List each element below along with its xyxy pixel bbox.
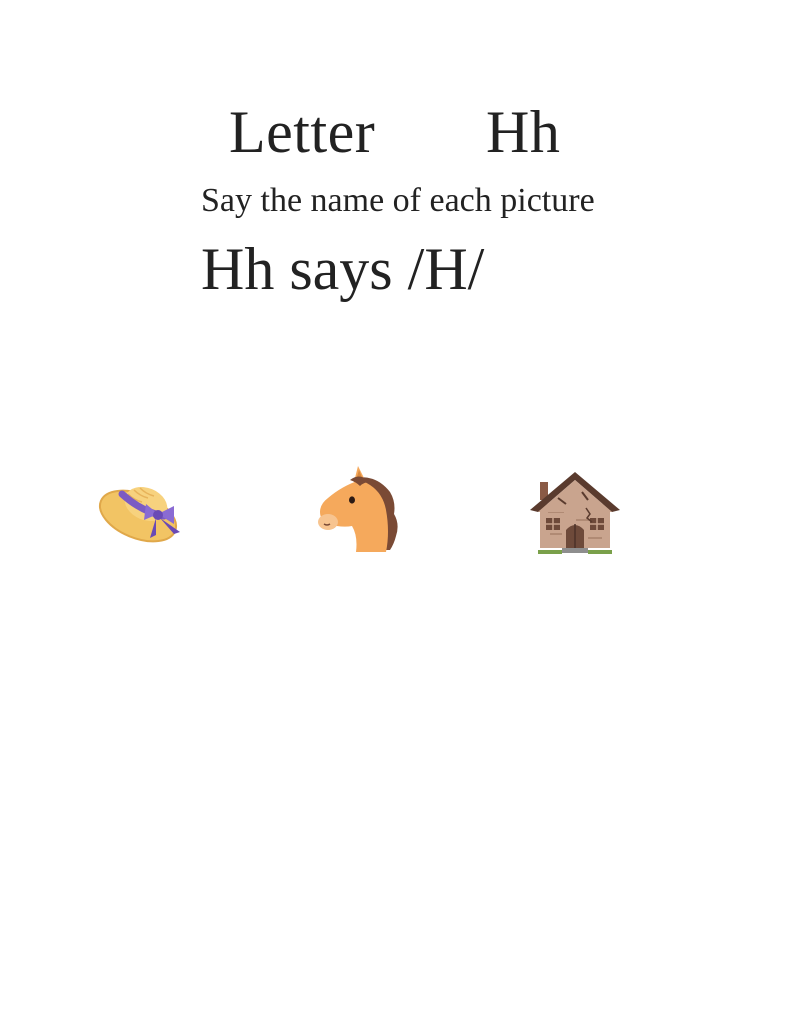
title-word: Letter — [229, 99, 376, 165]
title-letter: Hh — [486, 99, 561, 165]
instruction-text: Say the name of each picture — [201, 182, 595, 219]
hat-icon — [98, 476, 190, 550]
letter-sound-text: Hh says /H/ — [201, 236, 485, 302]
worksheet-page: Letter Hh Say the name of each picture H… — [0, 0, 791, 1024]
house-icon — [528, 468, 622, 556]
horse-icon — [314, 464, 404, 554]
